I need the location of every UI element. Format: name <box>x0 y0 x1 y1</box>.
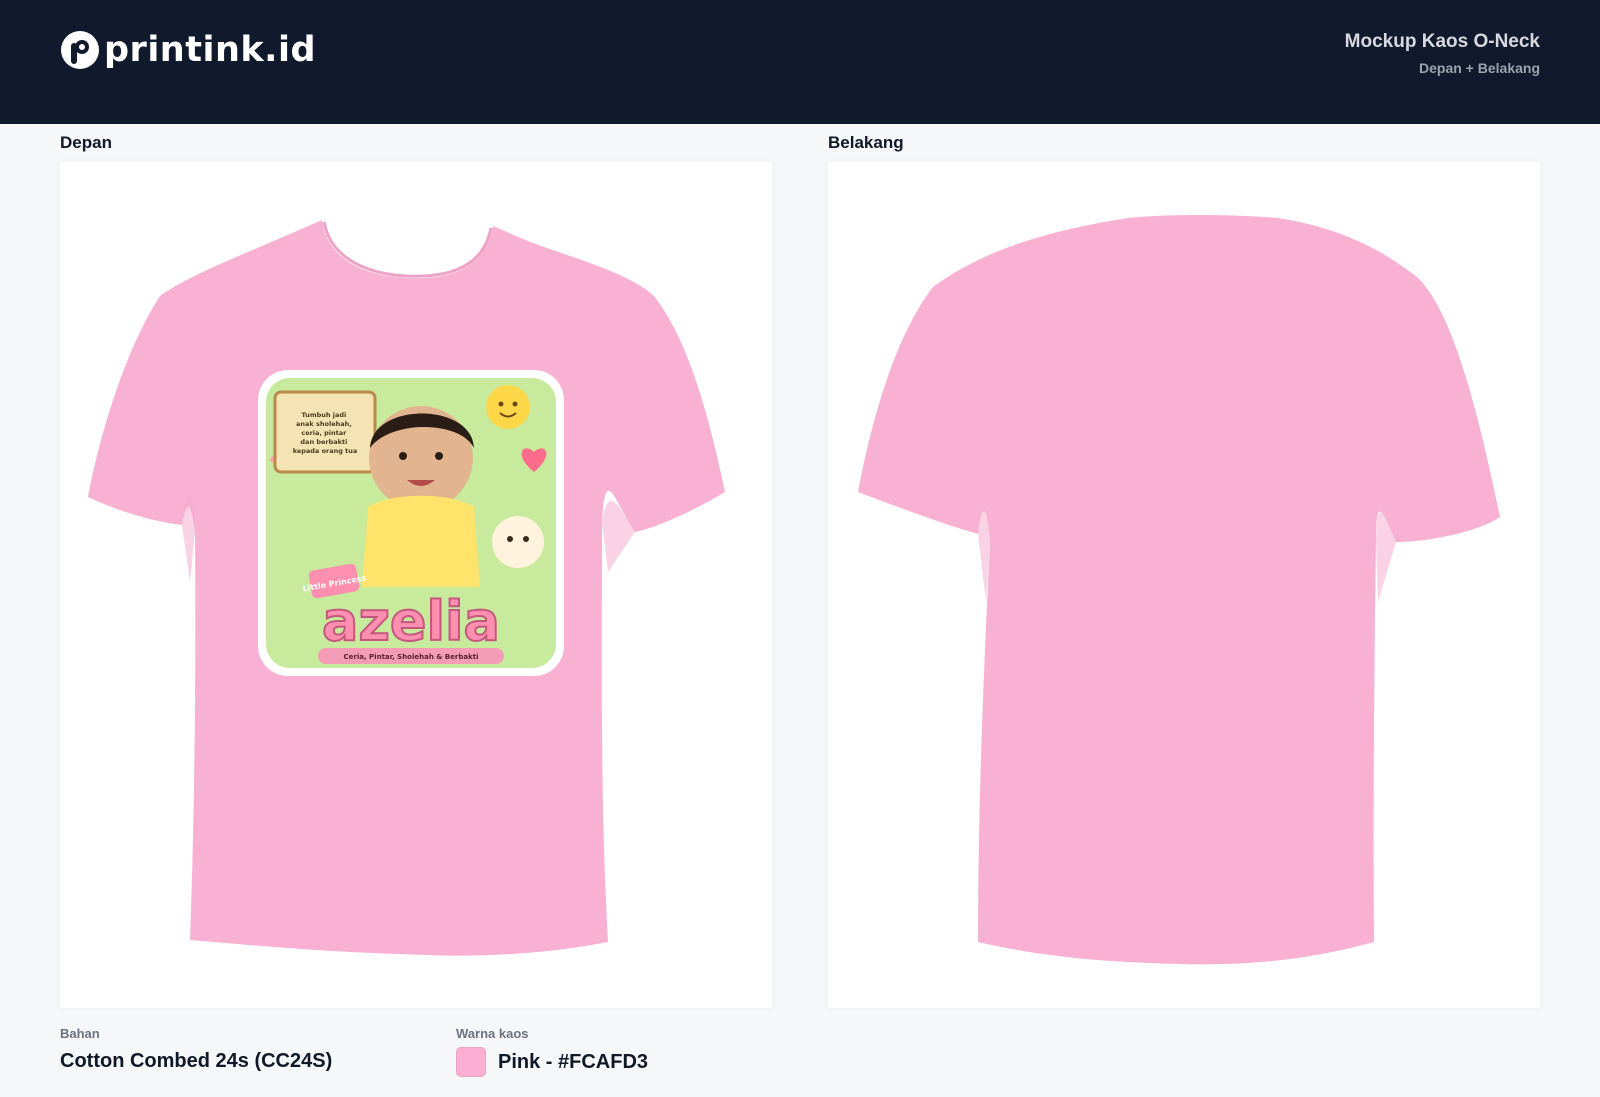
material-label: Bahan <box>60 1026 100 1041</box>
back-shirt-body <box>858 215 1500 965</box>
back-label: Belakang <box>828 133 904 152</box>
color-value: Pink - #FCAFD3 <box>498 1051 649 1073</box>
page-subtitle: Depan + Belakang <box>1419 60 1540 76</box>
design-child-dress <box>362 495 480 587</box>
header-info: Mockup Kaos O-Neck Depan + Belakang <box>1345 30 1540 76</box>
front-label: Depan <box>60 133 112 152</box>
color-swatch <box>456 1047 486 1077</box>
design-name-text: azelia <box>322 590 500 653</box>
front-print-design: Tumbuh jadi anak sholehah, ceria, pintar… <box>258 370 564 676</box>
svg-text:Tumbuh jadi anak shole: Tumbuh jadi anak sholehah, ceria, pintar… <box>293 411 358 455</box>
front-mockup-panel: Tumbuh jadi anak sholehah, ceria, pintar… <box>60 162 772 1008</box>
printink-logo-icon <box>61 31 99 69</box>
material-value: Cotton Combed 24s (CC24S) <box>60 1050 333 1072</box>
page-title: Mockup Kaos O-Neck <box>1344 31 1540 52</box>
back-mockup-panel <box>828 162 1540 1008</box>
back-tshirt <box>858 215 1500 965</box>
design-sun <box>486 385 530 429</box>
design-kitten <box>492 516 544 568</box>
brand-logo[interactable]: printink.id <box>60 30 316 70</box>
color-label: Warna kaos <box>456 1026 529 1041</box>
brand-name: printink.id <box>104 30 316 70</box>
design-tagline-text: Ceria, Pintar, Sholehah & Berbakti <box>344 653 479 661</box>
front-tshirt: Tumbuh jadi anak sholehah, ceria, pintar… <box>88 220 725 956</box>
header: printink.id Mockup Kaos O-Neck Depan + B… <box>0 0 1600 124</box>
